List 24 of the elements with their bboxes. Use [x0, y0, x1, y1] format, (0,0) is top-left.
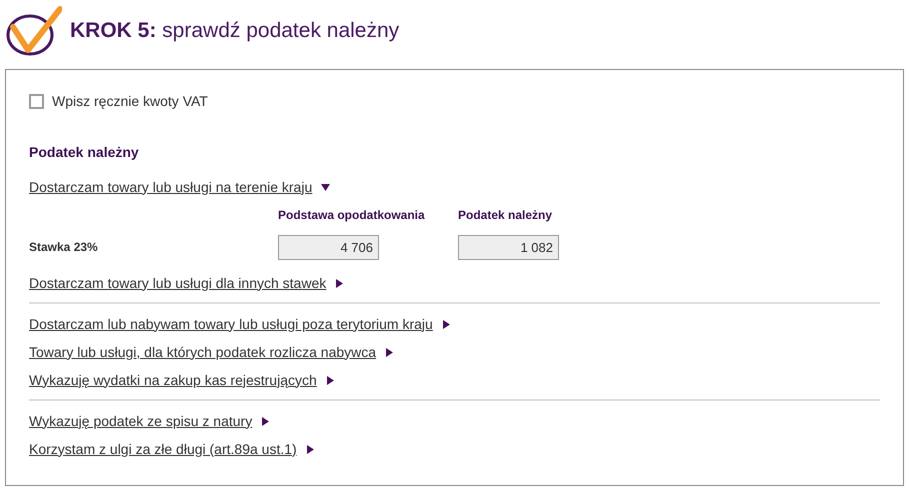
page-title: KROK 5: sprawdź podatek należny: [70, 18, 400, 44]
section-heading: Podatek należny: [29, 143, 140, 162]
checkmark-logo-icon: [4, 5, 62, 57]
column-header: Podstawa opodatkowania: [278, 208, 425, 222]
value-field[interactable]: 1 082: [458, 234, 559, 260]
row-label: Stawka 23%: [29, 240, 98, 254]
section-link[interactable]: Korzystam z ulgi za złe długi (art.89a ust.1): [29, 438, 297, 460]
expand-arrow-icon[interactable]: [335, 278, 344, 288]
expand-arrow-icon[interactable]: [261, 416, 270, 426]
expand-arrow-icon[interactable]: [306, 444, 315, 454]
expand-arrow-icon[interactable]: [442, 320, 451, 328]
section-link[interactable]: Wykazuję wydatki na zakup kas rejestrujących: [29, 370, 317, 390]
section-link[interactable]: Wykazuję podatek ze spisu z natury: [29, 410, 252, 432]
column-header: Podatek należny: [458, 208, 552, 222]
collapse-arrow-icon[interactable]: [321, 182, 330, 192]
section-link[interactable]: Dostarczam towary lub usługi na terenie kraju: [29, 176, 312, 198]
section-link[interactable]: Dostarczam towary lub usługi dla innych stawek: [29, 272, 326, 294]
expand-arrow-icon[interactable]: [385, 348, 394, 356]
expand-arrow-icon[interactable]: [326, 376, 335, 384]
checkbox-label: Wpisz ręcznie kwoty VAT: [52, 92, 208, 111]
value-field[interactable]: 4 706: [278, 234, 379, 260]
checkbox[interactable]: [29, 94, 44, 109]
section-link[interactable]: Dostarczam lub nabywam towary lub usługi poza terytorium kraju: [29, 314, 433, 334]
section-link[interactable]: Towary lub usługi, dla których podatek rozlicza nabywca: [29, 342, 376, 362]
